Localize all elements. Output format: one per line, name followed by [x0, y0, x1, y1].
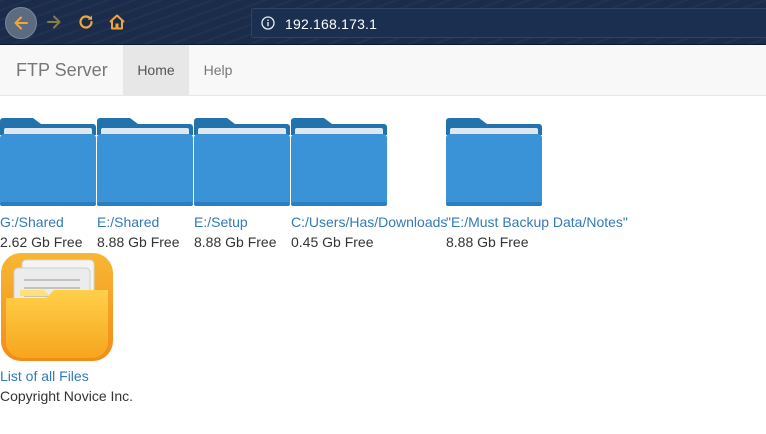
all-files-link[interactable]: List of all Files	[0, 368, 89, 384]
drive-link[interactable]: E:/Shared	[97, 214, 159, 230]
folder-icon[interactable]	[194, 118, 290, 208]
app-navbar: FTP Server Home Help	[0, 45, 766, 96]
nav-item-home[interactable]: Home	[123, 45, 189, 95]
home-button[interactable]	[103, 8, 131, 36]
folder-icon[interactable]	[291, 118, 387, 208]
drive-free-space: 2.62 Gb Free	[0, 234, 83, 250]
reload-button[interactable]	[72, 8, 100, 36]
drive-link[interactable]: C:/Users/Has/Downloads	[291, 214, 447, 230]
info-icon[interactable]	[261, 16, 275, 30]
back-arrow-icon	[14, 16, 28, 30]
url-text[interactable]: 192.168.173.1	[285, 16, 377, 32]
footer-copyright: Copyright Novice Inc.	[0, 388, 134, 404]
address-bar[interactable]: 192.168.173.1	[251, 8, 766, 38]
drive-free-space: 8.88 Gb Free	[446, 234, 529, 250]
drive-free-space: 8.88 Gb Free	[194, 234, 277, 250]
brand-title[interactable]: FTP Server	[16, 60, 108, 80]
folder-icon[interactable]	[97, 118, 193, 208]
drive-free-space: 8.88 Gb Free	[97, 234, 180, 250]
browser-toolbar: 192.168.173.1	[0, 0, 766, 45]
drive-free-space: 0.45 Gb Free	[291, 234, 374, 250]
back-button[interactable]	[5, 7, 37, 39]
nav-item-help[interactable]: Help	[189, 45, 247, 95]
drive-link[interactable]: "E:/Must Backup Data/Notes"	[446, 214, 628, 230]
drive-link[interactable]: E:/Setup	[194, 214, 248, 230]
file-folder-icon[interactable]	[0, 252, 114, 362]
reload-icon	[79, 15, 93, 29]
drive-link[interactable]: G:/Shared	[0, 214, 64, 230]
forward-button[interactable]	[40, 8, 68, 36]
folder-icon[interactable]	[0, 118, 96, 208]
home-icon	[109, 14, 125, 30]
folder-icon[interactable]	[446, 118, 542, 208]
forward-arrow-icon	[47, 15, 61, 29]
